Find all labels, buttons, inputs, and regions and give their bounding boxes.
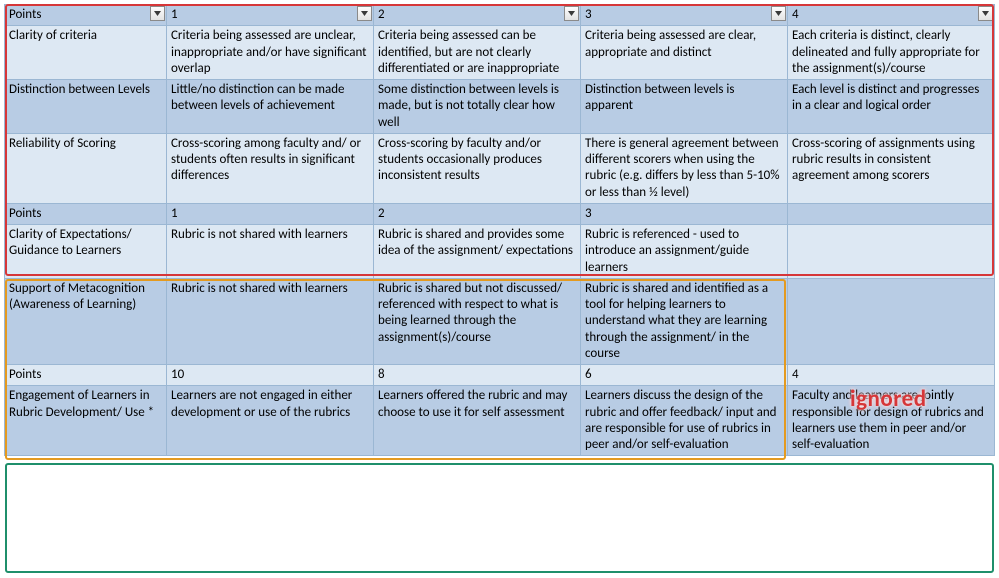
col-header-label: 3	[581, 203, 788, 224]
cell: Rubric is not shared with learners	[167, 278, 374, 364]
row-label: Engagement of Learners in Rubric Develop…	[5, 386, 167, 456]
table-row: Clarity of criteria Criteria being asses…	[5, 26, 995, 80]
row-label: Support of Metacognition (Awareness of L…	[5, 278, 167, 364]
annotation-ignored: ignored	[850, 385, 927, 413]
cell: Learners discuss the design of the rubri…	[581, 386, 788, 456]
cell: Some distinction between levels is made,…	[374, 80, 581, 134]
col-header-label: Points	[9, 7, 41, 22]
section-header-row: Points 10 8 6 4	[5, 365, 995, 386]
cell: Cross-scoring of assignments using rubri…	[788, 133, 995, 203]
filter-dropdown-icon[interactable]	[771, 6, 786, 21]
col-header-label: 4	[792, 7, 799, 22]
table-row: Support of Metacognition (Awareness of L…	[5, 278, 995, 364]
cell: Rubric is referenced - used to introduce…	[581, 225, 788, 279]
table-row: Distinction between Levels Little/no dis…	[5, 80, 995, 134]
cell: Criteria being assessed are unclear, ina…	[167, 26, 374, 80]
table-row: Engagement of Learners in Rubric Develop…	[5, 386, 995, 456]
col-header-4[interactable]: 4	[788, 5, 995, 26]
row-label: Reliability of Scoring	[5, 133, 167, 203]
col-header-label: 2	[378, 7, 385, 22]
filter-dropdown-icon[interactable]	[978, 6, 993, 21]
section-header-row: Points 1 2 3	[5, 203, 995, 224]
col-header-label: 8	[374, 365, 581, 386]
filter-dropdown-icon[interactable]	[564, 6, 579, 21]
cell: Cross-scoring by faculty and/or students…	[374, 133, 581, 203]
cell: Rubric is shared but not discussed/ refe…	[374, 278, 581, 364]
cell: Rubric is not shared with learners	[167, 225, 374, 279]
filter-dropdown-icon[interactable]	[150, 6, 165, 21]
row-label: Clarity of criteria	[5, 26, 167, 80]
col-header-1[interactable]: 1	[167, 5, 374, 26]
col-header-label: 1	[167, 203, 374, 224]
cell: Learners offered the rubric and may choo…	[374, 386, 581, 456]
row-label: Clarity of Expectations/ Guidance to Lea…	[5, 225, 167, 279]
col-header-label	[788, 203, 995, 224]
cell: Rubric is shared and provides some idea …	[374, 225, 581, 279]
col-header-2[interactable]: 2	[374, 5, 581, 26]
cell	[788, 278, 995, 364]
cell: Distinction between levels is apparent	[581, 80, 788, 134]
highlight-box-green	[5, 463, 994, 573]
col-header-points[interactable]: Points	[5, 5, 167, 26]
cell: Each level is distinct and progresses in…	[788, 80, 995, 134]
col-header-label: 1	[171, 7, 178, 22]
col-header-label: 2	[374, 203, 581, 224]
cell: There is general agreement between diffe…	[581, 133, 788, 203]
table-row: Clarity of Expectations/ Guidance to Lea…	[5, 225, 995, 279]
col-header-label: 4	[788, 365, 995, 386]
col-header-label: 10	[167, 365, 374, 386]
col-header-label: 6	[581, 365, 788, 386]
rubric-table: Points 1 2 3 4 Clarity of criteria Crite…	[4, 4, 995, 456]
filter-dropdown-icon[interactable]	[357, 6, 372, 21]
col-header-label: Points	[5, 203, 167, 224]
col-header-label: Points	[5, 365, 167, 386]
cell: Criteria being assessed can be identifie…	[374, 26, 581, 80]
table-row: Reliability of Scoring Cross-scoring amo…	[5, 133, 995, 203]
cell: Cross-scoring among faculty and/ or stud…	[167, 133, 374, 203]
cell: Each criteria is distinct, clearly delin…	[788, 26, 995, 80]
cell: Rubric is shared and identified as a too…	[581, 278, 788, 364]
cell: Learners are not engaged in either devel…	[167, 386, 374, 456]
col-header-3[interactable]: 3	[581, 5, 788, 26]
col-header-label: 3	[585, 7, 592, 22]
cell: Criteria being assessed are clear, appro…	[581, 26, 788, 80]
cell	[788, 225, 995, 279]
row-label: Distinction between Levels	[5, 80, 167, 134]
cell: Little/no distinction can be made betwee…	[167, 80, 374, 134]
